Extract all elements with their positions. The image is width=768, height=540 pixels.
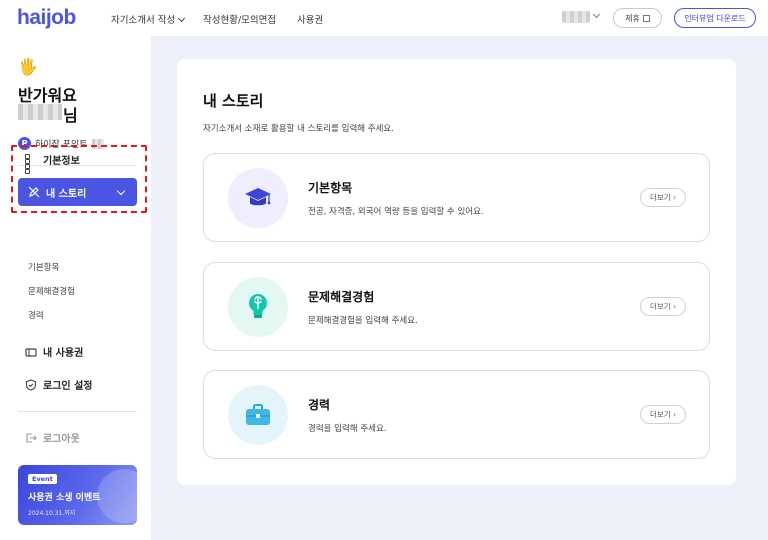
sidebar-item-my-story[interactable]: 내 스토리 bbox=[18, 178, 137, 206]
divider bbox=[18, 411, 137, 412]
top-navigation: haijob 자기소개서 작성 작성현황/모의면접 사용권 제휴 인터뷰업 다운… bbox=[0, 0, 768, 36]
sidebar-item-login-settings[interactable]: 로그인 설정 bbox=[25, 377, 92, 392]
page-title: 내 스토리 bbox=[203, 92, 264, 110]
sidebar-item-my-license[interactable]: 내 사용권 bbox=[25, 344, 83, 359]
card-description: 경력을 입력해 주세요. bbox=[308, 424, 387, 434]
chevron-down-icon bbox=[116, 186, 126, 196]
sidebar-item-label: 내 사용권 bbox=[43, 348, 84, 359]
page-subtitle: 자기소개서 소재로 활용할 내 스토리를 입력해 주세요. bbox=[203, 124, 394, 134]
more-label: 더보기 bbox=[649, 193, 671, 202]
sidebar-item-label: 로그인 설정 bbox=[43, 381, 93, 392]
graduation-cap-icon bbox=[228, 168, 288, 228]
sidebar-item-label: 기본정보 bbox=[43, 156, 80, 167]
ticket-icon bbox=[25, 347, 37, 357]
user-menu-chevron-icon[interactable] bbox=[592, 10, 601, 19]
sidebar-subitem-basic[interactable]: 기본항목 bbox=[28, 261, 59, 273]
external-link-icon bbox=[642, 14, 650, 22]
card-description: 문제해결경험을 입력해 주세요. bbox=[308, 316, 418, 326]
more-button[interactable]: 더보기 › bbox=[640, 188, 686, 207]
event-title: 사용권 소생 이벤트 bbox=[28, 493, 101, 503]
download-interviewup-button[interactable]: 인터뷰업 다운로드 bbox=[674, 8, 756, 28]
partner-label: 제휴 bbox=[625, 13, 640, 23]
story-card-career[interactable]: 경력 경력을 입력해 주세요. 더보기 › bbox=[203, 370, 710, 459]
event-tag: Event bbox=[28, 474, 57, 484]
story-card-problem-solving[interactable]: 문제해결경험 문제해결경험을 입력해 주세요. 더보기 › bbox=[203, 262, 710, 351]
nav-cover-letter-label: 자기소개서 작성 bbox=[111, 15, 176, 26]
chevron-right-icon: › bbox=[673, 193, 677, 202]
sidebar-subitem-career[interactable]: 경력 bbox=[28, 309, 44, 321]
event-banner[interactable]: Event 사용권 소생 이벤트 2024.10.31.까지 bbox=[18, 465, 137, 525]
more-label: 더보기 bbox=[649, 410, 671, 419]
lightbulb-icon bbox=[228, 277, 288, 337]
card-description: 전공, 자격증, 외국어 역량 등을 입력할 수 있어요. bbox=[308, 207, 484, 217]
more-label: 더보기 bbox=[649, 302, 671, 311]
user-name-blurred[interactable] bbox=[562, 11, 590, 23]
name-suffix: 님 bbox=[63, 106, 78, 125]
sidebar-item-label: 내 스토리 bbox=[46, 188, 87, 200]
card-title: 경력 bbox=[308, 398, 331, 412]
card-title: 문제해결경험 bbox=[308, 290, 375, 304]
story-card-basic[interactable]: 기본항목 전공, 자격증, 외국어 역량 등을 입력할 수 있어요. 더보기 › bbox=[203, 153, 710, 242]
briefcase-icon bbox=[228, 385, 288, 445]
more-button[interactable]: 더보기 › bbox=[640, 297, 686, 316]
waving-hand-icon: 🖐 bbox=[18, 57, 38, 76]
grid-icon bbox=[25, 153, 37, 174]
logout-icon bbox=[26, 432, 37, 443]
chevron-right-icon: › bbox=[673, 410, 677, 419]
decorative-orb bbox=[97, 469, 137, 523]
sidebar-subitem-problem-solving[interactable]: 문제해결경험 bbox=[28, 285, 75, 297]
chevron-right-icon: › bbox=[673, 302, 677, 311]
user-name-blurred bbox=[18, 104, 62, 120]
haijob-logo[interactable]: haijob bbox=[17, 6, 76, 30]
pen-off-icon bbox=[28, 186, 40, 198]
nav-status-interview[interactable]: 작성현황/모의면접 bbox=[203, 12, 276, 26]
nav-cover-letter-menu[interactable]: 자기소개서 작성 bbox=[111, 12, 186, 26]
sidebar-item-basic-info[interactable]: 기본정보 bbox=[25, 152, 80, 174]
logout-label: 로그아웃 bbox=[43, 434, 80, 445]
card-title: 기본항목 bbox=[308, 181, 353, 195]
logout-button[interactable]: 로그아웃 bbox=[25, 430, 80, 445]
partner-button[interactable]: 제휴 bbox=[613, 8, 662, 28]
shield-check-icon bbox=[25, 378, 37, 391]
more-button[interactable]: 더보기 › bbox=[640, 405, 686, 424]
event-date: 2024.10.31.까지 bbox=[28, 510, 76, 517]
chevron-down-icon bbox=[178, 14, 186, 23]
nav-license[interactable]: 사용권 bbox=[297, 12, 323, 26]
